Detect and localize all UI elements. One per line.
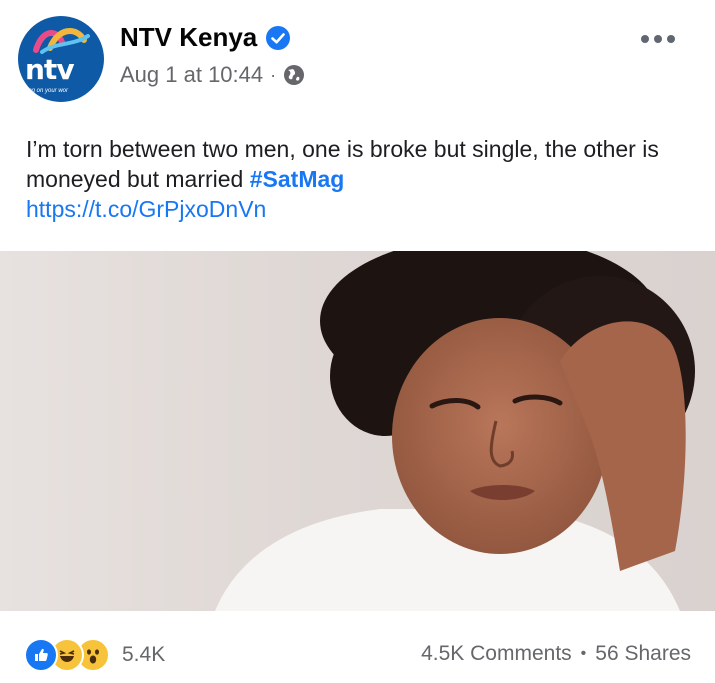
page-avatar[interactable]: ntv ming on your wor [18, 16, 104, 102]
engagement-stats: 4.5K Comments • 56 Shares [421, 642, 691, 666]
post-footer: 5.4K 4.5K Comments • 56 Shares [0, 620, 715, 683]
more-dot-1 [641, 35, 649, 43]
page-name-link[interactable]: NTV Kenya [120, 22, 257, 53]
like-icon [24, 638, 58, 672]
post-header: ntv ming on your wor NTV Kenya Aug 1 at … [0, 0, 715, 120]
post-image[interactable] [0, 251, 715, 611]
reaction-count: 5.4K [122, 643, 166, 666]
reaction-summary[interactable]: 5.4K [24, 638, 165, 672]
ntv-logo-text: ntv [25, 53, 75, 86]
globe-icon[interactable] [283, 64, 305, 86]
verified-badge-icon [266, 25, 291, 50]
post-timestamp[interactable]: Aug 1 at 10:44 [120, 62, 263, 88]
page-name-row: NTV Kenya [120, 22, 291, 53]
ntv-logo-tagline: ming on your wor [22, 88, 69, 94]
comments-count-link[interactable]: 4.5K Comments [421, 642, 572, 666]
meta-separator: · [270, 64, 277, 85]
stats-separator: • [580, 645, 587, 662]
post-message: I’m torn between two men, one is broke b… [26, 134, 696, 224]
more-dot-2 [654, 35, 662, 43]
more-dot-3 [667, 35, 675, 43]
hashtag-link[interactable]: #SatMag [250, 166, 345, 192]
woman-photo-illustration [215, 251, 695, 611]
post-url-link[interactable]: https://t.co/GrPjxoDnVn [26, 194, 696, 224]
shares-count-link[interactable]: 56 Shares [595, 642, 691, 666]
post-meta: Aug 1 at 10:44 · [120, 62, 305, 88]
more-options-button[interactable] [641, 30, 681, 44]
